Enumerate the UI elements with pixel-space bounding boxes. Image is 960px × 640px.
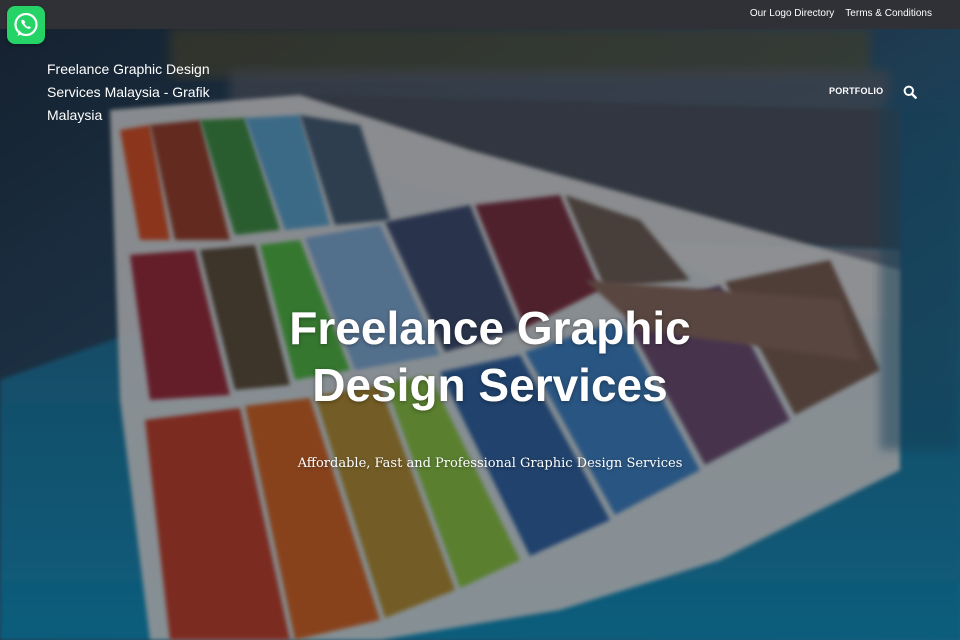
hero-subheading: Affordable, Fast and Professional Graphi… xyxy=(297,456,683,471)
top-bar: Our Logo Directory Terms & Conditions xyxy=(0,0,960,29)
top-link-terms-conditions[interactable]: Terms & Conditions xyxy=(845,8,932,19)
search-icon[interactable] xyxy=(903,85,917,99)
site-title[interactable]: Freelance Graphic Design Services Malays… xyxy=(47,58,222,127)
page: Our Logo Directory Terms & Conditions Fr… xyxy=(0,0,960,640)
whatsapp-button[interactable] xyxy=(7,6,45,44)
top-link-logo-directory[interactable]: Our Logo Directory xyxy=(750,8,834,19)
hero-heading: Freelance Graphic Design Services xyxy=(289,302,691,411)
nav-item-portfolio[interactable]: PORTFOLIO xyxy=(829,86,883,96)
top-links: Our Logo Directory Terms & Conditions xyxy=(750,8,932,19)
whatsapp-icon xyxy=(14,12,38,37)
